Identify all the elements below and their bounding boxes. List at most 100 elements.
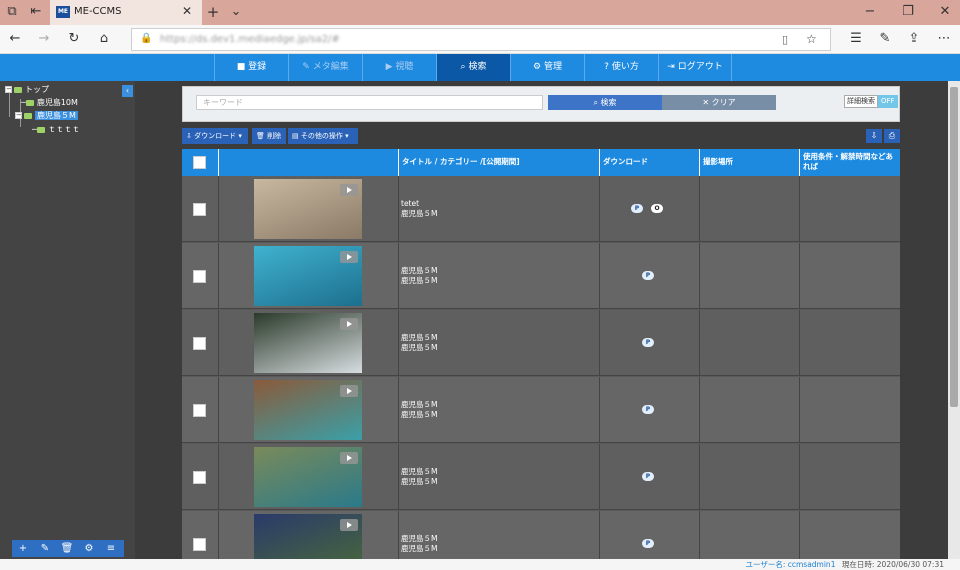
collapse-sidebar-icon[interactable]: ‹ [122, 85, 133, 97]
header-title[interactable]: タイトル / カテゴリー /[公開期間] [398, 149, 599, 176]
more-icon[interactable]: ⋯ [936, 31, 952, 47]
table-row[interactable]: 鹿児島５M 鹿児島５M P [182, 511, 900, 559]
forward-icon[interactable]: → [36, 31, 52, 47]
header-location[interactable]: 撮影場所 [699, 149, 799, 176]
tree-toggle-icon[interactable]: − [15, 112, 22, 119]
print-icon[interactable]: ⎙ [884, 129, 900, 143]
video-thumbnail[interactable] [254, 179, 362, 239]
select-all-checkbox[interactable] [193, 156, 206, 169]
export-icon[interactable]: ⇩ [866, 129, 882, 143]
header-conditions[interactable]: 使用条件・解禁時間などあれば [799, 149, 900, 176]
tab-actions-icon[interactable]: ⧉ [4, 4, 20, 20]
favorites-icon[interactable]: ☰ [848, 31, 864, 47]
play-icon[interactable] [340, 184, 358, 196]
tree-item-kagoshima5m[interactable]: − 鹿児島５M [15, 110, 78, 121]
nav-logout[interactable]: ⇥ ログアウト [658, 54, 732, 81]
video-thumbnail[interactable] [254, 380, 362, 440]
other-actions-button[interactable]: ▤ その他の操作 ▾ [288, 128, 358, 144]
delete-button[interactable]: 🗑 削除 [252, 128, 286, 144]
row-title[interactable]: tetet [401, 199, 419, 209]
row-checkbox[interactable] [193, 337, 206, 350]
other-actions-label: その他の操作 [300, 132, 343, 140]
proxy-download-badge[interactable]: P [642, 271, 654, 280]
row-title[interactable]: 鹿児島５M [401, 266, 437, 276]
set-aside-icon[interactable]: ⇤ [28, 4, 44, 20]
download-button[interactable]: ⇩ ダウンロード ▾ [182, 128, 248, 144]
nav-register[interactable]: ■ 登録 [214, 54, 288, 81]
proxy-download-badge[interactable]: P [631, 204, 643, 213]
advanced-search-toggle[interactable]: 詳細検索 OFF [844, 95, 898, 108]
row-title[interactable]: 鹿児島５M [401, 400, 437, 410]
proxy-download-badge[interactable]: P [642, 405, 654, 414]
proxy-download-badge[interactable]: P [642, 472, 654, 481]
row-checkbox[interactable] [193, 538, 206, 551]
tab-dropdown-icon[interactable]: ⌄ [228, 4, 244, 20]
table-row[interactable]: 鹿児島５M 鹿児島５M P [182, 444, 900, 510]
search-button[interactable]: ⌕ 検索 [548, 95, 662, 110]
reading-view-icon[interactable]: ▯ [782, 33, 788, 46]
nav-help[interactable]: ? 使い方 [584, 54, 658, 81]
location-cell [699, 176, 799, 242]
add-icon[interactable]: + [12, 540, 34, 557]
row-checkbox[interactable] [193, 471, 206, 484]
nav-meta-edit[interactable]: ✎ メタ編集 [288, 54, 362, 81]
share-icon[interactable]: ⇪ [906, 31, 922, 47]
video-thumbnail[interactable] [254, 313, 362, 373]
clear-button-label: クリア [711, 98, 736, 107]
play-icon[interactable] [340, 251, 358, 263]
row-checkbox[interactable] [193, 203, 206, 216]
scrollbar-thumb[interactable] [950, 87, 958, 407]
minimize-icon[interactable]: − [862, 4, 878, 20]
nav-search[interactable]: ⌕ 検索 [436, 54, 510, 81]
advanced-search-label: 詳細検索 [844, 95, 878, 108]
header-download[interactable]: ダウンロード [599, 149, 699, 176]
vertical-scrollbar[interactable] [948, 81, 960, 559]
tree-item-kagoshima10m[interactable]: ─ 鹿児島10M [21, 97, 78, 108]
folder-icon [14, 86, 22, 93]
gear-icon[interactable]: ⚙ [78, 540, 100, 557]
favorite-star-icon[interactable]: ☆ [806, 32, 817, 46]
play-icon[interactable] [340, 385, 358, 397]
table-row[interactable]: 鹿児島５M 鹿児島５M P [182, 377, 900, 443]
clear-button[interactable]: ✕ クリア [662, 95, 776, 110]
row-title[interactable]: 鹿児島５M [401, 333, 437, 343]
refresh-icon[interactable]: ↻ [66, 31, 82, 47]
pen-icon[interactable]: ✎ [877, 31, 893, 47]
row-title[interactable]: 鹿児島５M [401, 534, 437, 544]
conditions-cell [799, 176, 900, 242]
close-tab-icon[interactable]: ✕ [182, 4, 192, 18]
tree-toggle-icon[interactable]: − [5, 86, 12, 93]
back-icon[interactable]: ← [7, 31, 23, 47]
row-checkbox[interactable] [193, 404, 206, 417]
table-row[interactable]: tetet 鹿児島５M P O [182, 176, 900, 242]
table-row[interactable]: 鹿児島５M 鹿児島５M P [182, 243, 900, 309]
play-icon[interactable] [340, 452, 358, 464]
url-input[interactable]: 🔒 https://ds.dev1.mediaedge.jp/sa2/# ▯ ☆ [131, 28, 831, 51]
home-icon[interactable]: ⌂ [96, 31, 112, 47]
tree-item-tttt[interactable]: ─ ｔｔｔｔ [32, 124, 80, 135]
edit-icon[interactable]: ✎ [34, 540, 56, 557]
original-download-badge[interactable]: O [651, 204, 663, 213]
trash-icon[interactable]: 🗑 [56, 540, 78, 557]
browser-tab[interactable]: ME ME-CCMS ✕ [50, 0, 202, 25]
menu-icon[interactable]: ≡ [100, 540, 122, 557]
table-row[interactable]: 鹿児島５M 鹿児島５M P [182, 310, 900, 376]
play-icon[interactable] [340, 519, 358, 531]
proxy-download-badge[interactable]: P [642, 539, 654, 548]
status-datetime: 現在日時: 2020/06/30 07:31 [841, 560, 944, 569]
keyword-input[interactable]: キーワード [196, 95, 543, 110]
restore-icon[interactable]: ❐ [900, 4, 916, 20]
proxy-download-badge[interactable]: P [642, 338, 654, 347]
video-thumbnail[interactable] [254, 447, 362, 507]
close-window-icon[interactable]: ✕ [937, 4, 953, 20]
video-thumbnail[interactable] [254, 514, 362, 559]
tree-item-top[interactable]: − トップ [5, 84, 49, 95]
new-tab-icon[interactable]: + [205, 4, 221, 20]
location-cell [699, 444, 799, 510]
play-icon[interactable] [340, 318, 358, 330]
video-thumbnail[interactable] [254, 246, 362, 306]
nav-view[interactable]: ▶ 視聴 [362, 54, 436, 81]
row-title[interactable]: 鹿児島５M [401, 467, 437, 477]
row-checkbox[interactable] [193, 270, 206, 283]
nav-admin[interactable]: ⚙ 管理 [510, 54, 584, 81]
